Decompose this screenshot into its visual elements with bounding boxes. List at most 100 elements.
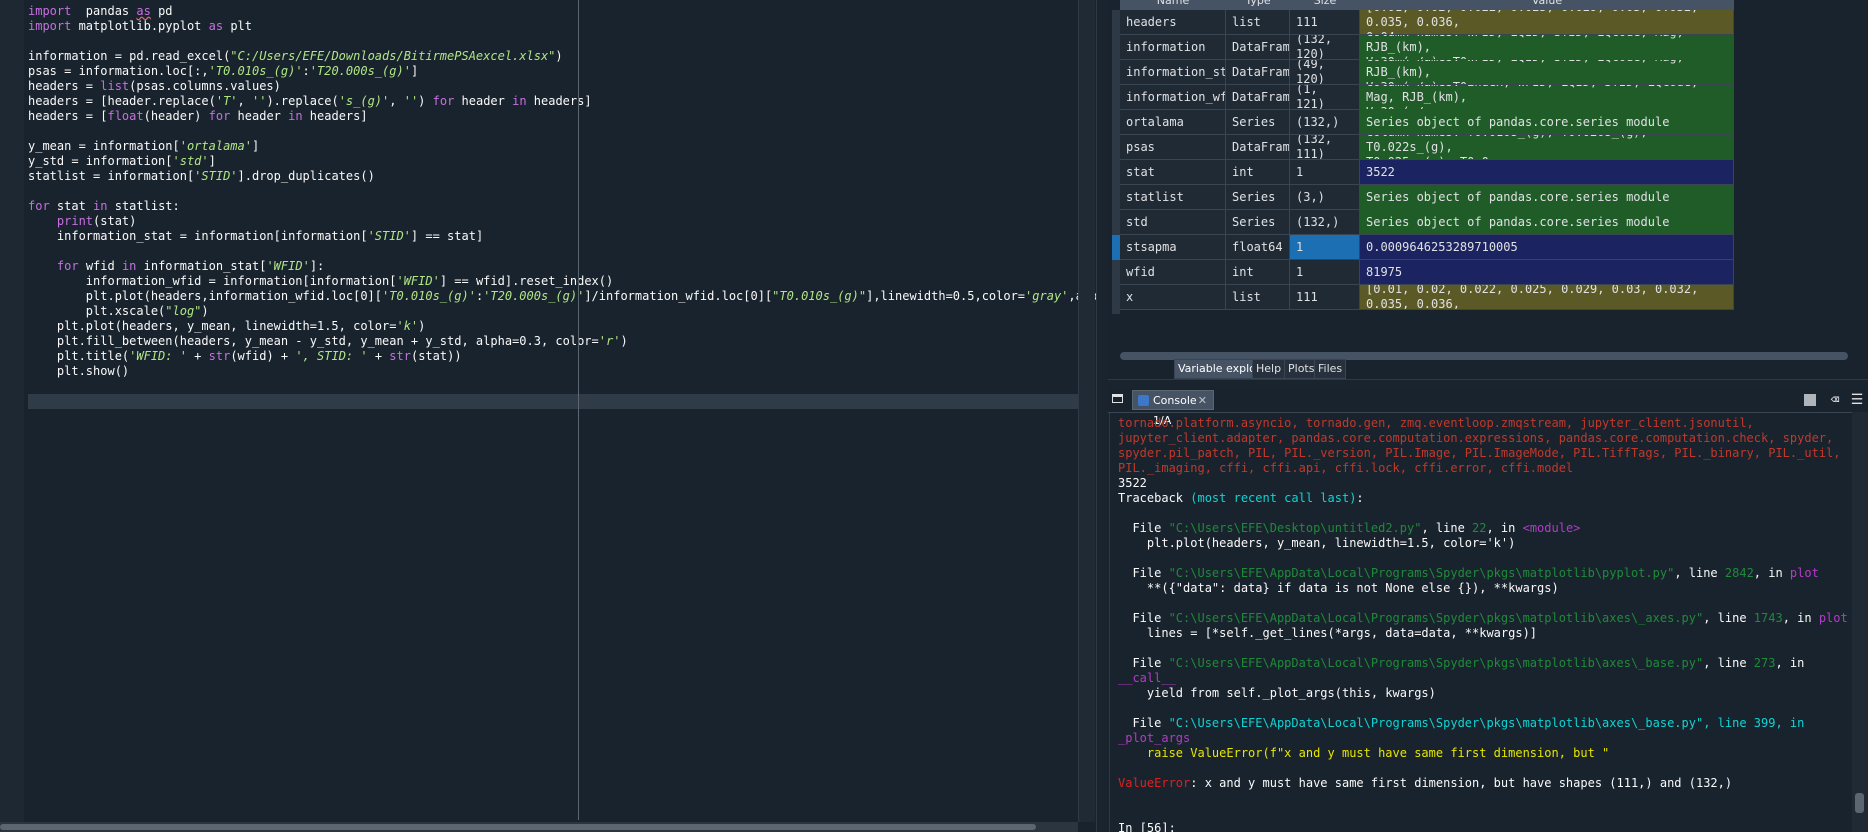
variable-size-cell[interactable]: (49, 120)	[1290, 60, 1360, 85]
name-header[interactable]: Name	[1120, 0, 1226, 10]
code-line[interactable]	[28, 184, 1078, 199]
variable-name-cell[interactable]: wfid	[1120, 260, 1226, 285]
code-line[interactable]: plt.plot(headers, y_mean, linewidth=1.5,…	[28, 319, 1078, 334]
variable-type-cell[interactable]: Series	[1226, 185, 1290, 210]
row-header[interactable]	[1112, 285, 1120, 314]
window-icon[interactable]	[1112, 394, 1123, 403]
variable-size-cell[interactable]: (132, 120)	[1290, 35, 1360, 60]
code-token: ]/information_wfid.loc[0][	[584, 289, 773, 303]
console-scroll-thumb[interactable]	[1855, 793, 1864, 813]
code-line[interactable]: information_stat = information[informati…	[28, 229, 1078, 244]
size-header[interactable]: Size	[1290, 0, 1360, 10]
code-line[interactable]	[28, 124, 1078, 139]
variable-value-cell[interactable]: Column names: T0.010s_(g), T0.020s_(g), …	[1360, 135, 1734, 160]
variable-name-cell[interactable]: information	[1120, 35, 1226, 60]
variable-type-cell[interactable]: DataFrame	[1226, 135, 1290, 160]
editor-horizontal-scroll-thumb[interactable]	[0, 824, 1036, 830]
code-line[interactable]: statlist = information['STID'].drop_dupl…	[28, 169, 1078, 184]
console-vertical-scrollbar[interactable]	[1852, 412, 1868, 832]
code-line[interactable]: plt.plot(headers,information_wfid.loc[0]…	[28, 289, 1096, 304]
code-line[interactable]: information_wfid = information[informati…	[28, 274, 1078, 289]
console-tab[interactable]: Console 1/A ✕	[1132, 390, 1214, 427]
code-line[interactable]: headers = list(psas.columns.values)	[28, 79, 1078, 94]
variable-size-cell[interactable]: 1	[1290, 260, 1360, 285]
variable-name-cell[interactable]: ortalama	[1120, 110, 1226, 135]
variable-value-cell[interactable]: [0.01, 0.02, 0.022, 0.025, 0.029, 0.03, …	[1360, 285, 1734, 310]
variable-value-cell[interactable]: Column names: index, WFID, EQID, STID, E…	[1360, 85, 1734, 110]
variable-type-cell[interactable]: list	[1226, 10, 1290, 35]
variable-value-cell[interactable]: 0.0009646253289710005	[1360, 235, 1734, 260]
variable-size-cell[interactable]: 111	[1290, 285, 1360, 310]
variable-name-cell[interactable]: std	[1120, 210, 1226, 235]
ipython-console[interactable]: tornado.platform.asyncio, tornado.gen, z…	[1108, 412, 1852, 832]
variable-value-cell[interactable]: [0.01, 0.02, 0.022, 0.025, 0.029, 0.03, …	[1360, 10, 1734, 35]
variable-size-cell[interactable]: (132, 111)	[1290, 135, 1360, 160]
variable-type-cell[interactable]: DataFrame	[1226, 85, 1290, 110]
code-line[interactable]	[28, 244, 1078, 259]
code-line[interactable]	[28, 394, 1078, 409]
code-token: plt.plot(headers,information_wfid.loc[0]…	[28, 289, 383, 303]
code-line[interactable]: import pandas as pd	[28, 4, 1078, 19]
code-line[interactable]: for stat in statlist:	[28, 199, 1078, 214]
variable-size-cell[interactable]: (132,)	[1290, 210, 1360, 235]
variable-name-cell[interactable]: statlist	[1120, 185, 1226, 210]
variable-name-cell[interactable]: information_wfid	[1120, 85, 1226, 110]
variable-type-cell[interactable]: list	[1226, 285, 1290, 310]
code-line[interactable]	[28, 379, 1078, 394]
code-line[interactable]: import matplotlib.pyplot as plt	[28, 19, 1078, 34]
code-line[interactable]: print(stat)	[28, 214, 1078, 229]
tab-help[interactable]: Help	[1252, 359, 1286, 379]
code-line[interactable]: plt.show()	[28, 364, 1078, 379]
variable-size-cell[interactable]: 1	[1290, 160, 1360, 185]
code-line[interactable]: y_std = information['std']	[28, 154, 1078, 169]
code-line[interactable]: plt.fill_between(headers, y_mean - y_std…	[28, 334, 1078, 349]
value-header[interactable]: Value	[1360, 0, 1734, 10]
code-line[interactable]: y_mean = information['ortalama']	[28, 139, 1078, 154]
variable-size-cell[interactable]: 111	[1290, 10, 1360, 35]
code-line[interactable]: for wfid in information_stat['WFID']:	[28, 259, 1078, 274]
variable-value-cell[interactable]: 3522	[1360, 160, 1734, 185]
code-line[interactable]: information = pd.read_excel("C:/Users/EF…	[28, 49, 1078, 64]
variable-name-cell[interactable]: headers	[1120, 10, 1226, 35]
code-line[interactable]: headers = [float(header) for header in h…	[28, 109, 1078, 124]
console-token: tornado.platform.asyncio, tornado.gen, z…	[1118, 416, 1754, 430]
variable-value-cell[interactable]: 81975	[1360, 260, 1734, 285]
code-line[interactable]	[28, 34, 1078, 49]
variable-value-cell[interactable]: Series object of pandas.core.series modu…	[1360, 110, 1734, 135]
variable-row[interactable]: x list 111 [0.01, 0.02, 0.022, 0.025, 0.029…	[1112, 285, 1734, 314]
variable-type-cell[interactable]: Series	[1226, 110, 1290, 135]
variable-type-cell[interactable]: int	[1226, 160, 1290, 185]
variable-size-cell[interactable]: 1	[1290, 235, 1360, 260]
code-line[interactable]: plt.title('WFID: ' + str(wfid) + ', STID…	[28, 349, 1078, 364]
type-header[interactable]: Type	[1226, 0, 1290, 10]
variable-name-cell[interactable]: x	[1120, 285, 1226, 310]
code-editor[interactable]: import pandas as pd import matplotlib.pyp…	[0, 0, 1096, 832]
variable-value-cell[interactable]: Series object of pandas.core.series modu…	[1360, 185, 1734, 210]
variable-type-cell[interactable]: Series	[1226, 210, 1290, 235]
variable-name-cell[interactable]: psas	[1120, 135, 1226, 160]
stop-icon[interactable]	[1804, 394, 1816, 406]
variable-type-cell[interactable]: float64	[1226, 235, 1290, 260]
variable-type-cell[interactable]: int	[1226, 260, 1290, 285]
variable-type-cell[interactable]: DataFrame	[1226, 35, 1290, 60]
variable-name-cell[interactable]: stat	[1120, 160, 1226, 185]
variable-value-cell[interactable]: Series object of pandas.core.series modu…	[1360, 210, 1734, 235]
variable-size-cell[interactable]: (132,)	[1290, 110, 1360, 135]
code-line[interactable]: psas = information.loc[:,'T0.010s_(g)':'…	[28, 64, 1078, 79]
code-line[interactable]: headers = [header.replace('T', '').repla…	[28, 94, 1078, 109]
variable-size-cell[interactable]: (1, 121)	[1290, 85, 1360, 110]
menu-icon[interactable]: ☰	[1848, 391, 1866, 409]
variable-value-cell[interactable]: Column names: WFID, EQID, STID, EQCode, …	[1360, 60, 1734, 85]
variable-name-cell[interactable]: stsapma	[1120, 235, 1226, 260]
editor-code[interactable]: import pandas as pd import matplotlib.pyp…	[28, 4, 1096, 409]
close-icon[interactable]: ✕	[1198, 391, 1207, 411]
eraser-icon[interactable]: ⌫	[1826, 391, 1844, 409]
variable-size-cell[interactable]: (3,)	[1290, 185, 1360, 210]
variable-type-cell[interactable]: DataFrame	[1226, 60, 1290, 85]
variable-name-cell[interactable]: information_stat	[1120, 60, 1226, 85]
code-line[interactable]: plt.xscale("log")	[28, 304, 1078, 319]
tab-files[interactable]: Files	[1314, 359, 1347, 379]
editor-vertical-scrollbar[interactable]	[1078, 0, 1095, 822]
variable-value-cell[interactable]: Column names: WFID, EQID, STID, EQCode, …	[1360, 35, 1734, 60]
